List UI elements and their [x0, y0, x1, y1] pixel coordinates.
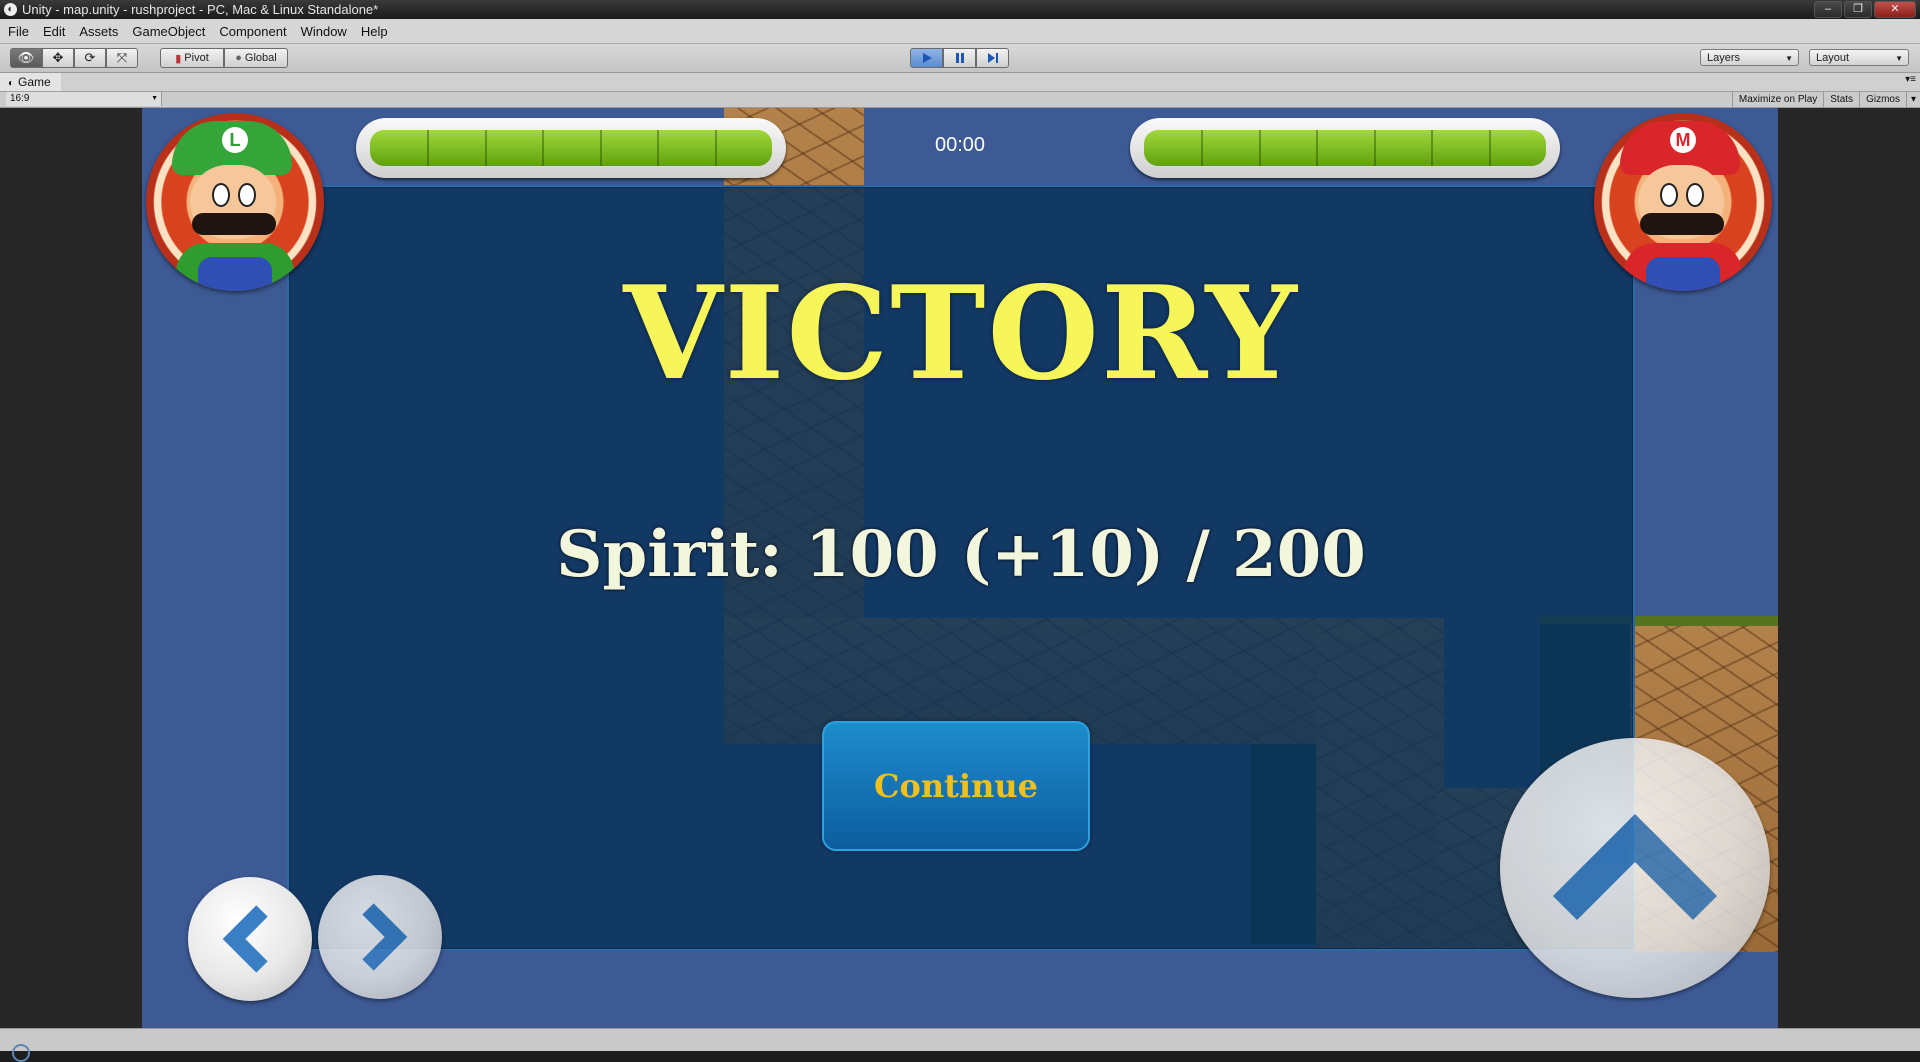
tab-game-label: Game	[18, 75, 51, 89]
tab-menu-icon[interactable]: ▾≡	[1905, 74, 1916, 85]
aspect-label: 16:9	[10, 93, 30, 104]
menu-gameobject[interactable]: GameObject	[132, 24, 205, 39]
restore-icon[interactable]: ❐	[1844, 1, 1872, 18]
maximize-on-play-toggle[interactable]: Maximize on Play	[1731, 92, 1823, 107]
pivot-group: ▮ Pivot ● Global	[160, 48, 288, 68]
play-controls	[910, 48, 1009, 68]
scale-icon[interactable]: ⤧	[106, 48, 138, 68]
layout-dropdown[interactable]: Layout ▼	[1809, 49, 1909, 66]
stats-toggle[interactable]: Stats	[1823, 92, 1859, 107]
continue-button[interactable]: Continue	[822, 721, 1090, 851]
play-icon	[922, 53, 932, 63]
step-button[interactable]	[976, 48, 1009, 68]
step-icon	[987, 53, 998, 63]
global-button[interactable]: ● Global	[224, 48, 288, 68]
minimize-icon[interactable]: ‒	[1814, 1, 1842, 18]
portrait-overalls	[198, 257, 272, 291]
game-scene: VICTORY Spirit: 100 (+10) / 200 Continue…	[142, 108, 1778, 1028]
arrow-up-icon	[1552, 813, 1718, 921]
chevron-down-icon: ▼	[151, 95, 158, 102]
menu-edit[interactable]: Edit	[43, 24, 65, 39]
window-controls: ‒ ❐ ✕	[1812, 1, 1916, 18]
eye-icon[interactable]: 👁	[10, 48, 42, 68]
game-viewport: VICTORY Spirit: 100 (+10) / 200 Continue…	[0, 108, 1920, 1028]
spirit-score: Spirit: 100 (+10) / 200	[556, 517, 1366, 592]
portrait-eye	[1686, 183, 1704, 207]
victory-dialog: VICTORY Spirit: 100 (+10) / 200 Continue	[287, 185, 1635, 951]
pause-button[interactable]	[943, 48, 976, 68]
health-segment-divider	[1201, 130, 1204, 166]
portrait-eye	[1660, 183, 1678, 207]
menu-assets[interactable]: Assets	[79, 24, 118, 39]
health-segment-divider	[1258, 130, 1261, 166]
portrait-eye	[238, 183, 256, 207]
portrait-overalls	[1646, 257, 1720, 291]
status-bar	[0, 1028, 1920, 1062]
toolbar: 👁 ✥ ⟳ ⤧ ▮ Pivot ● Global Layers ▼ Layout ▼	[0, 44, 1920, 73]
window-title-bar: ◐ Unity - map.unity - rushproject - PC, …	[0, 0, 1920, 19]
pause-icon	[955, 53, 964, 63]
hat-badge-l: L	[222, 127, 248, 153]
menu-help[interactable]: Help	[361, 24, 388, 39]
health-segment-divider	[1373, 130, 1376, 166]
rotate-icon[interactable]: ⟳	[74, 48, 106, 68]
menu-window[interactable]: Window	[301, 24, 347, 39]
victory-title: VICTORY	[623, 259, 1299, 409]
unity-logo-icon: ◐	[4, 3, 17, 16]
global-label: Global	[244, 52, 277, 64]
jump-button[interactable]	[1500, 738, 1770, 998]
layers-label: Layers	[1707, 52, 1741, 64]
portrait-eye	[212, 183, 230, 207]
arrow-right-icon	[362, 903, 408, 971]
mario-portrait: M	[1594, 113, 1772, 291]
menu-component[interactable]: Component	[219, 24, 286, 39]
close-icon[interactable]: ✕	[1874, 1, 1916, 18]
move-left-button[interactable]	[188, 877, 312, 1001]
tab-game[interactable]: ◐ Game	[0, 73, 61, 91]
console-status-icon	[12, 1044, 30, 1062]
gizmos-toggle[interactable]: Gizmos	[1859, 92, 1906, 107]
game-tab-bar: ◐ Game ▾≡	[0, 73, 1920, 92]
menu-file[interactable]: File	[8, 24, 29, 39]
pivot-label: Pivot	[184, 52, 209, 64]
health-segment-divider	[1316, 130, 1319, 166]
health-segment-divider	[1431, 130, 1434, 166]
game-view-toggles: Maximize on Play Stats Gizmos ▾	[1731, 92, 1920, 107]
portrait-mustache	[1640, 213, 1724, 235]
enemy-health-fill	[1144, 130, 1546, 166]
chevron-down-icon[interactable]: ▾	[1905, 92, 1920, 107]
window-title: Unity - map.unity - rushproject - PC, Ma…	[22, 2, 379, 17]
move-icon[interactable]: ✥	[42, 48, 74, 68]
play-button[interactable]	[910, 48, 943, 68]
transform-tools: 👁 ✥ ⟳ ⤧	[10, 48, 138, 68]
move-right-button[interactable]	[318, 875, 442, 999]
luigi-portrait: L	[146, 113, 324, 291]
enemy-health-bar	[1130, 118, 1560, 178]
portrait-mustache	[192, 213, 276, 235]
arrow-left-icon	[222, 905, 268, 973]
game-icon: ◐	[8, 78, 15, 89]
hat-badge-m: M	[1670, 127, 1696, 153]
layout-label: Layout	[1816, 52, 1850, 64]
layers-dropdown[interactable]: Layers ▼	[1700, 49, 1799, 66]
game-view-toolbar: 16:9 ▼ Maximize on Play Stats Gizmos ▾	[0, 92, 1920, 108]
menu-bar: File Edit Assets GameObject Component Wi…	[0, 19, 1920, 44]
aspect-dropdown[interactable]: 16:9 ▼	[6, 92, 162, 106]
health-segment-divider	[1488, 130, 1491, 166]
chevron-down-icon: ▼	[1895, 54, 1903, 63]
chevron-down-icon: ▼	[1785, 54, 1793, 63]
pivot-button[interactable]: ▮ Pivot	[160, 48, 224, 68]
